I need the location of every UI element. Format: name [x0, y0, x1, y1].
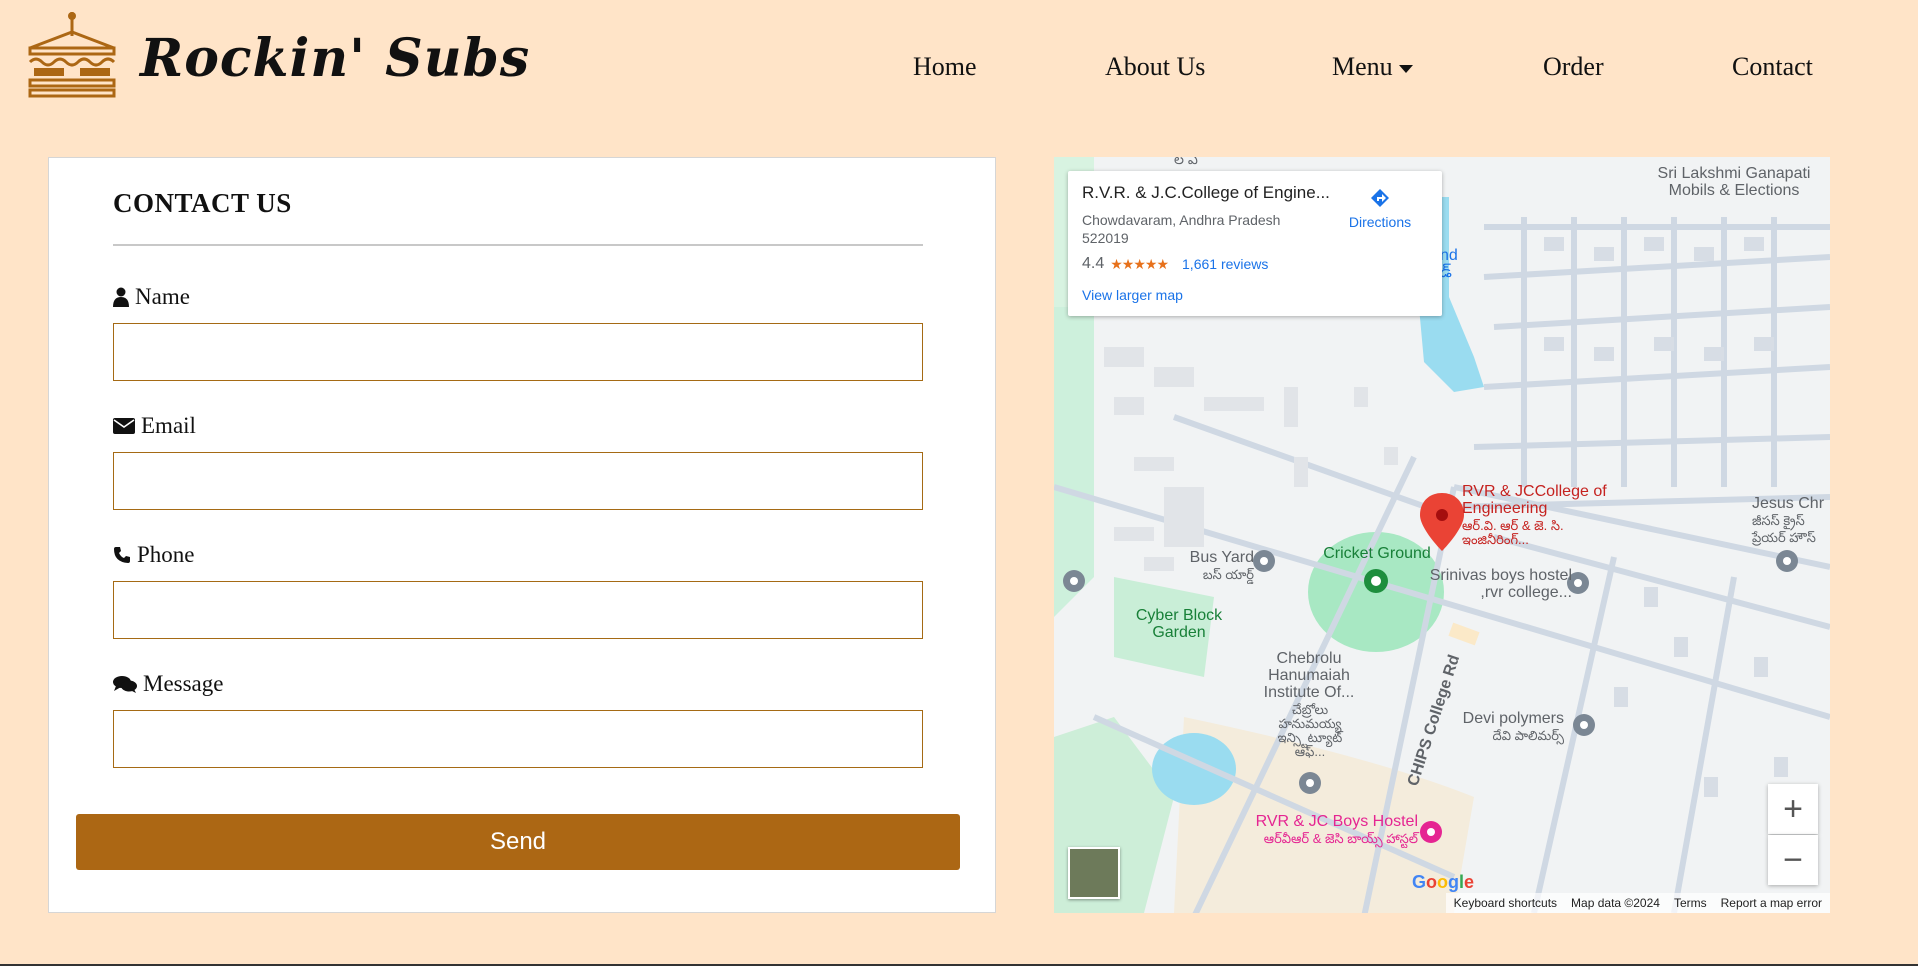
contact-title: CONTACT US	[113, 188, 292, 218]
nav-home[interactable]: Home	[913, 52, 977, 82]
keyboard-shortcuts-link[interactable]: Keyboard shortcuts	[1454, 896, 1557, 910]
report-error-link[interactable]: Report a map error	[1721, 896, 1822, 910]
map-embed[interactable]: ల ఏ nd డ్ Sri Lakshmi Ganapati Mobils & E…	[1054, 157, 1830, 913]
map-attribution: Keyboard shortcuts Map data ©2024 Terms …	[1445, 893, 1830, 913]
caret-down-icon	[1398, 65, 1413, 74]
map-data-text: Map data ©2024	[1571, 896, 1660, 910]
email-label: Email	[113, 413, 196, 439]
map-label-devi-en: Devi polymers	[1462, 710, 1564, 727]
main-nav: Home About Us Menu Order Contact	[0, 52, 1918, 92]
map-label-left-blue-en: nd	[1440, 247, 1458, 264]
map-label-pin-te: ఆర్.వి. ఆర్ & జె. సి. ఇంజినీరింగ్...	[1462, 518, 1564, 547]
envelope-icon	[113, 418, 135, 434]
map-label-hostel-en: RVR & JC Boys Hostel	[1255, 813, 1418, 830]
map-label-bus-yard-en: Bus Yard	[1189, 549, 1254, 566]
message-label-text: Message	[143, 671, 224, 696]
directions-icon	[1371, 189, 1389, 207]
zoom-in-button[interactable]: +	[1768, 784, 1818, 834]
directions-button[interactable]: Directions	[1338, 185, 1422, 230]
phone-label: Phone	[113, 542, 195, 568]
map-label-cyber[interactable]: Cyber Block Garden	[1124, 607, 1234, 641]
map-label-srinivas[interactable]: Srinivas boys hostel ,rvr college...	[1404, 567, 1572, 601]
nav-menu-label: Menu	[1332, 52, 1393, 81]
name-label-text: Name	[135, 284, 190, 309]
map-label-bus-yard-te: బస్ యార్డ్	[1202, 567, 1254, 582]
phone-icon	[114, 547, 130, 563]
map-label-hostel-te: ఆర్‌వీఆర్ & జెసి బాయ్స్ హాస్టల్	[1263, 831, 1418, 846]
nav-order[interactable]: Order	[1543, 52, 1604, 82]
map-label-left-blue: nd డ్	[1440, 247, 1458, 281]
send-button[interactable]: Send	[76, 814, 960, 870]
contact-card: CONTACT US Name Email Phone Message Send	[48, 157, 996, 913]
comments-icon	[113, 676, 137, 693]
email-field[interactable]	[113, 452, 923, 510]
map-label-devi-te: దేవి పాలిమర్స్	[1492, 728, 1564, 743]
name-label: Name	[113, 284, 190, 310]
map-label-bus-yard[interactable]: Bus Yard బస్ యార్డ్	[1174, 549, 1254, 583]
map-label-chebrolu-te: చేబ్రోలు హనుమయ్య ఇన్స్టిట్యూట్ ఆఫ్...	[1277, 702, 1343, 759]
place-address: Chowdavaram, Andhra Pradesh 522019	[1082, 212, 1281, 246]
rating-value: 4.4	[1082, 255, 1105, 272]
map-label-ganapati: Sri Lakshmi Ganapati Mobils & Elections	[1657, 165, 1811, 199]
zoom-out-button[interactable]: −	[1768, 835, 1818, 885]
message-label: Message	[113, 671, 223, 697]
directions-label: Directions	[1348, 214, 1412, 230]
map-label-hostel[interactable]: RVR & JC Boys Hostel ఆర్‌వీఆర్ & జెసి బాయ…	[1242, 813, 1418, 847]
terms-link[interactable]: Terms	[1674, 896, 1707, 910]
map-label-jesus-en: Jesus Chr	[1752, 495, 1825, 512]
phone-field[interactable]	[113, 581, 923, 639]
place-info-card: R.V.R. & J.C.College of Engine... Chowda…	[1068, 171, 1442, 316]
map-label-top: ల ఏ	[1174, 157, 1198, 167]
satellite-toggle[interactable]	[1068, 847, 1120, 899]
message-field[interactable]	[113, 710, 923, 768]
user-icon	[113, 287, 129, 307]
place-rating: 4.4 ★★★★★ 1,661 reviews	[1082, 255, 1268, 273]
email-label-text: Email	[141, 413, 196, 438]
place-title: R.V.R. & J.C.College of Engine...	[1082, 183, 1330, 202]
phone-label-text: Phone	[137, 542, 195, 567]
map-label-jesus[interactable]: Jesus Chr జీసస్ క్రైస్ ప్రేయర్ హౌస్	[1752, 495, 1830, 546]
reviews-link[interactable]: 1,661 reviews	[1182, 256, 1268, 272]
google-logo: Google	[1412, 872, 1475, 892]
name-field[interactable]	[113, 323, 923, 381]
nav-contact[interactable]: Contact	[1732, 52, 1813, 82]
map-label-pin[interactable]: RVR & JCCollege of Engineering	[1462, 483, 1612, 517]
nav-menu[interactable]: Menu	[1332, 52, 1413, 82]
nav-about[interactable]: About Us	[1105, 52, 1205, 82]
map-label-cricket[interactable]: Cricket Ground	[1292, 545, 1462, 562]
map-label-jesus-te: జీసస్ క్రైస్ ప్రేయర్ హౌస్	[1752, 513, 1816, 545]
star-rating-icon: ★★★★★	[1110, 255, 1169, 272]
map-label-devi[interactable]: Devi polymers దేవి పాలిమర్స్	[1444, 710, 1564, 744]
map-label-chebrolu[interactable]: Chebrolu Hanumaiah Institute Of...	[1249, 650, 1369, 701]
view-larger-map-link[interactable]: View larger map	[1082, 287, 1183, 303]
divider	[113, 244, 923, 246]
